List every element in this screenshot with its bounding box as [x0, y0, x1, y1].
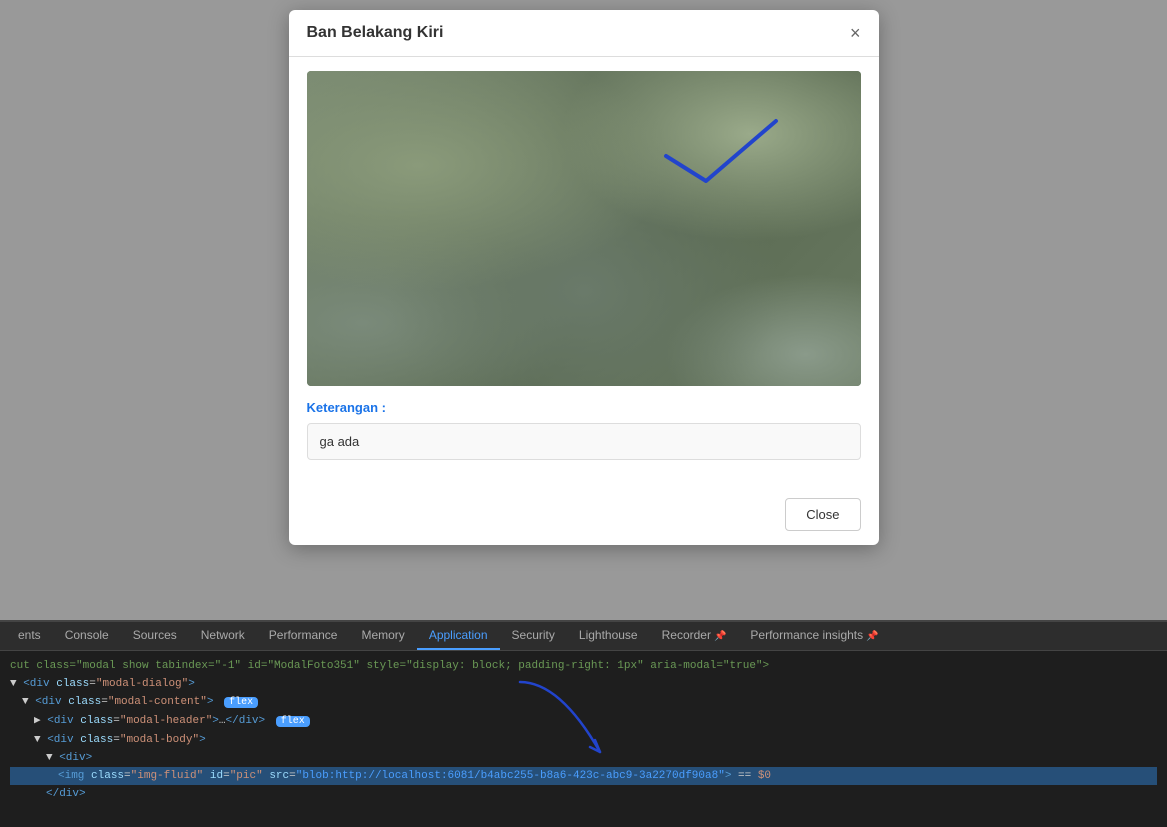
modal-body: Keterangan :: [289, 57, 879, 488]
devtools-tab-console[interactable]: Console: [53, 622, 121, 650]
code-line[interactable]: </div>: [10, 785, 1157, 803]
keterangan-input[interactable]: [307, 423, 861, 460]
devtools-tab-security[interactable]: Security: [500, 622, 567, 650]
modal-image-container: [307, 71, 861, 386]
code-line[interactable]: ▼ <div class="modal-body">: [10, 731, 1157, 749]
vehicle-image: [307, 71, 861, 386]
modal-dialog: Ban Belakang Kiri × Keterangan : Close: [289, 10, 879, 545]
devtools-tab-recorder[interactable]: Recorder📌: [650, 622, 739, 650]
modal-close-button[interactable]: ×: [850, 24, 861, 42]
devtools-tabs: entsConsoleSourcesNetworkPerformanceMemo…: [0, 622, 1167, 651]
tab-pin-icon: 📌: [866, 631, 878, 642]
devtools-tab-application[interactable]: Application: [417, 622, 500, 650]
close-button[interactable]: Close: [785, 498, 860, 531]
drawn-checkmark: [661, 111, 781, 191]
devtools-tab-memory[interactable]: Memory: [349, 622, 416, 650]
code-line[interactable]: ▼ <div>: [10, 749, 1157, 767]
code-line[interactable]: ▼ <div class="modal-dialog">: [10, 675, 1157, 693]
tab-pin-icon: 📌: [714, 631, 726, 642]
code-line[interactable]: cut class="modal show tabindex="-1" id="…: [10, 657, 1157, 675]
modal-footer: Close: [289, 488, 879, 545]
devtools-tab-performance[interactable]: Performance: [257, 622, 350, 650]
modal-overlay: Ban Belakang Kiri × Keterangan : Close: [0, 0, 1167, 620]
modal-title: Ban Belakang Kiri: [307, 24, 444, 42]
code-line[interactable]: ▼ <div class="modal-content"> flex: [10, 693, 1157, 712]
devtools-content: cut class="modal show tabindex="-1" id="…: [0, 651, 1167, 824]
devtools-panel: entsConsoleSourcesNetworkPerformanceMemo…: [0, 620, 1167, 827]
devtools-tab-lighthouse[interactable]: Lighthouse: [567, 622, 650, 650]
modal-header: Ban Belakang Kiri ×: [289, 10, 879, 57]
devtools-tab-ents[interactable]: ents: [6, 622, 53, 650]
devtools-tab-performance-insights[interactable]: Performance insights📌: [738, 622, 890, 650]
devtools-tab-sources[interactable]: Sources: [121, 622, 189, 650]
code-line[interactable]: <img class="img-fluid" id="pic" src="blo…: [10, 767, 1157, 785]
keterangan-label: Keterangan :: [307, 400, 861, 415]
devtools-tab-network[interactable]: Network: [189, 622, 257, 650]
code-line[interactable]: ▶ <div class="modal-header">…</div> flex: [10, 712, 1157, 731]
